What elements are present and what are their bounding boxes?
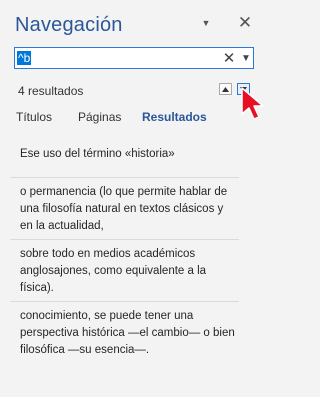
list-item[interactable]: o permanencia (lo que permite hablar de … (10, 184, 239, 235)
list-item[interactable]: conocimiento, se puede tener una perspec… (10, 308, 239, 359)
chevron-down-icon: ▼ (241, 52, 251, 64)
close-icon: ✕ (237, 13, 253, 32)
tab-titulos[interactable]: Títulos (16, 109, 52, 125)
clear-search-button[interactable]: ✕ (222, 49, 236, 67)
search-value: ^b (17, 51, 32, 65)
search-options-button[interactable]: ▼ (239, 49, 253, 67)
close-pane-button[interactable]: ✕ (236, 13, 254, 32)
tab-paginas[interactable]: Páginas (78, 109, 121, 125)
chevron-down-icon: ▼ (201, 18, 211, 28)
mouse-cursor-icon (241, 87, 264, 120)
pane-options-button[interactable]: ▼ (197, 14, 215, 32)
results-count: 4 resultados (18, 84, 84, 98)
list-item[interactable]: sobre todo en medios académicos anglosaj… (10, 246, 239, 297)
search-input[interactable]: ^b ✕ ▼ (14, 47, 254, 69)
pane-title: Navegación (15, 14, 123, 36)
navigation-pane: Navegación ▼ ✕ ^b ✕ ▼ 4 resultados Títul… (0, 0, 271, 397)
list-item[interactable]: Ese uso del término «historia» (10, 146, 239, 163)
tab-bar: Títulos Páginas Resultados (0, 109, 271, 129)
divider (10, 177, 239, 178)
arrow-up-icon (222, 86, 229, 92)
divider (10, 239, 239, 240)
divider (10, 301, 239, 302)
close-icon: ✕ (222, 50, 236, 67)
tab-resultados[interactable]: Resultados (142, 109, 207, 125)
previous-result-button[interactable] (219, 83, 232, 95)
